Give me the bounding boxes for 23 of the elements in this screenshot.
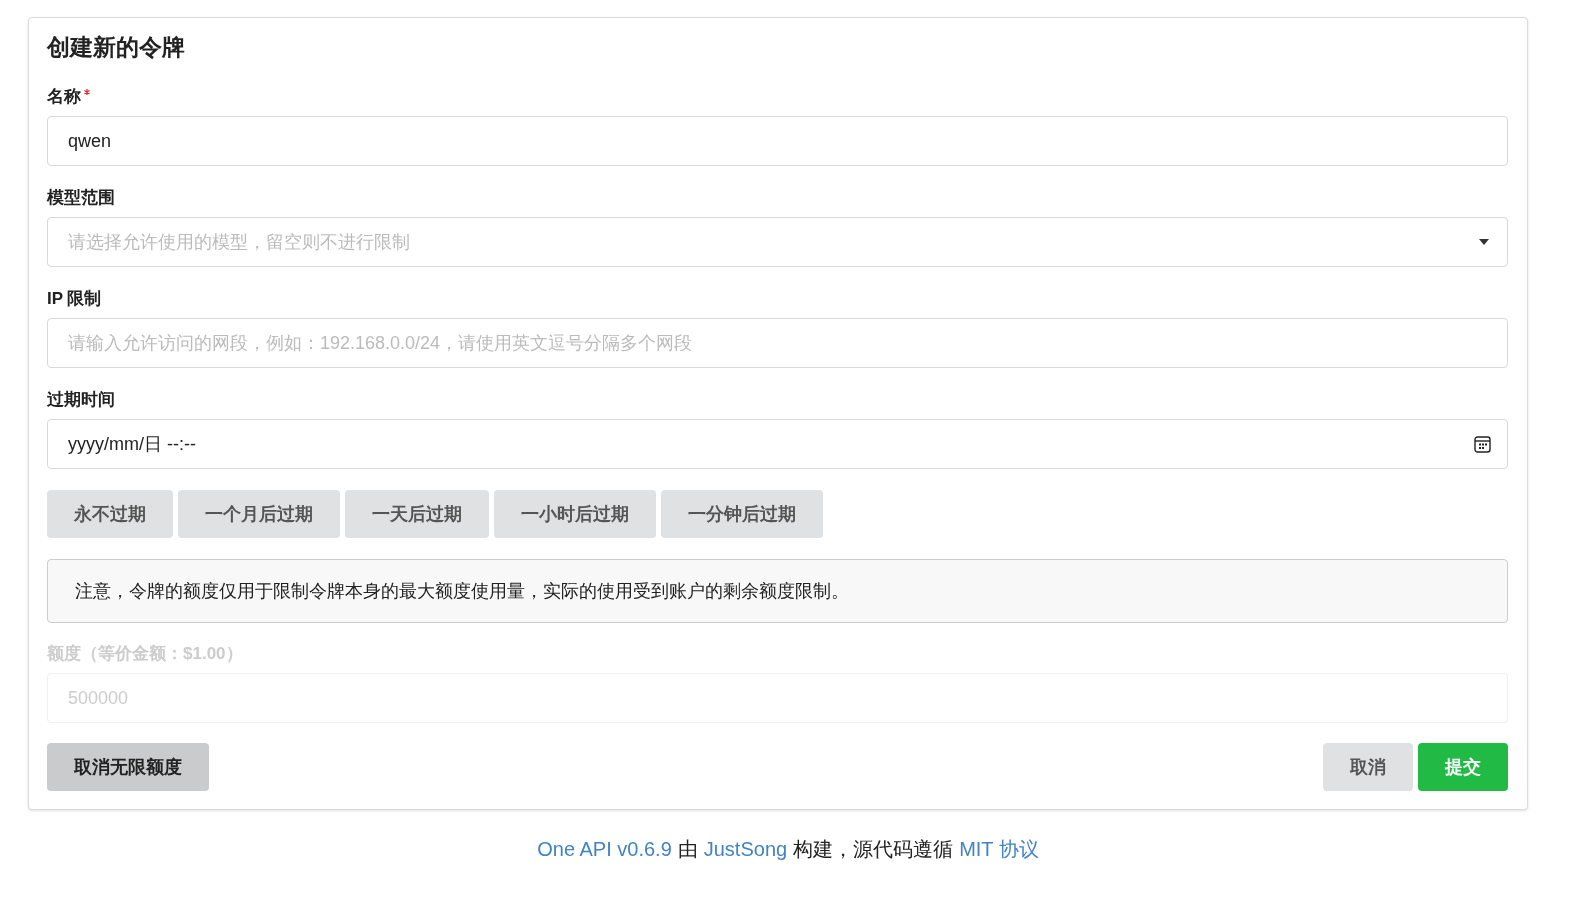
field-label: 过期时间 [47,389,115,411]
footer-link[interactable]: JustSong [703,836,788,862]
expire-button[interactable]: 一个月后过期 [178,490,340,538]
footer-text: 构建，源代码遵循 [793,837,954,862]
expire-button[interactable]: 一小时后过期 [494,490,656,538]
field-label: 名称 [47,86,81,108]
unlimited-quota-button[interactable]: 取消无限额度 [47,743,209,791]
footer-link[interactable]: One API v0.6.9 [537,836,672,862]
expire-button[interactable]: 一天后过期 [345,490,489,538]
calendar-icon[interactable] [1474,435,1491,453]
datetime-field[interactable]: yyyy/mm/日 --:-- [47,419,1508,469]
caret-icon [1479,239,1489,245]
field-label: IP 限制 [47,288,102,310]
field-label: 模型范围 [47,187,115,209]
cancel-button[interactable]: 取消 [1323,743,1413,791]
expire-button[interactable]: 永不过期 [47,490,173,538]
expire-button[interactable]: 一分钟后过期 [661,490,823,538]
footer-text: 由 [677,837,698,862]
name-field[interactable]: qwen [47,116,1508,166]
ip-field[interactable]: 请输入允许访问的网段，例如：192.168.0.0/24，请使用英文逗号分隔多个网段 [47,318,1508,368]
notice-message: 注意，令牌的额度仅用于限制令牌本身的最大额度使用量，实际的使用受到账户的剩余额度限制。 [47,559,1508,623]
footer-link[interactable]: MIT 协议 [959,836,1039,862]
form-title: 创建新的令牌 [47,33,186,62]
